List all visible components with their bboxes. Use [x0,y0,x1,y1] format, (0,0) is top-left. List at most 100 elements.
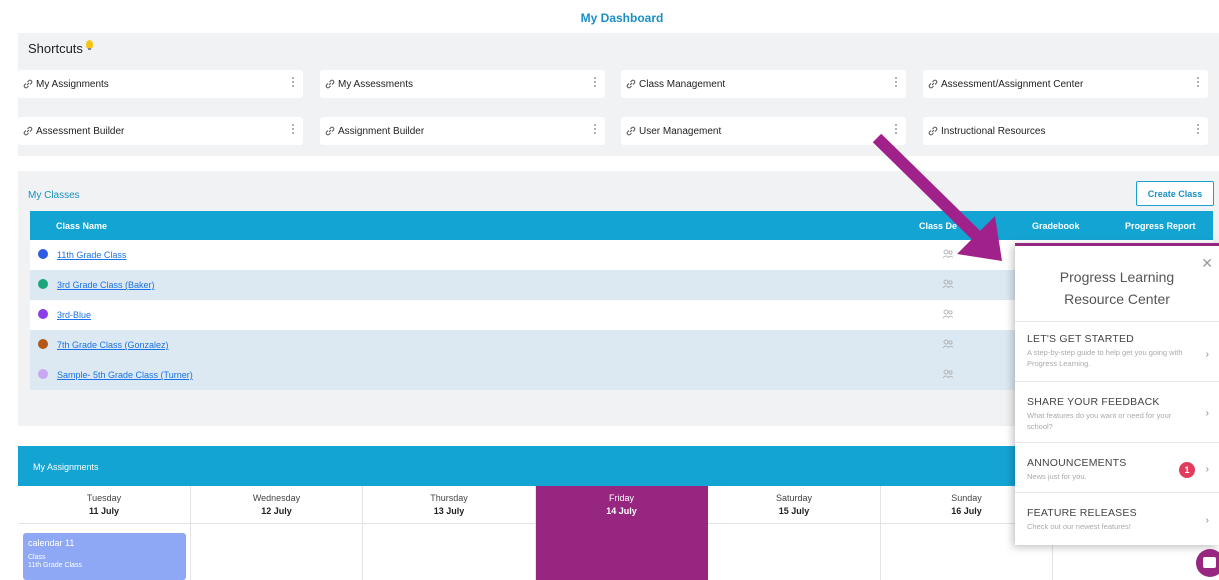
event-type: Class [28,554,46,561]
link-icon [928,79,938,89]
class-name-link[interactable]: 3rd-Blue [57,310,91,320]
shortcut-card[interactable]: My Assessments [320,70,605,98]
shortcut-label: Assignment Builder [338,125,425,137]
dashboard-page: My Dashboard Shortcuts My Assignments My… [0,0,1219,580]
day-header-today[interactable]: Friday 14 July [536,486,708,524]
divider [1015,442,1219,443]
my-classes-title: My Classes [28,190,80,201]
shortcut-card[interactable]: Assessment Builder [18,117,303,145]
day-header[interactable]: Saturday 15 July [708,486,881,524]
day-column[interactable] [191,524,363,580]
chevron-right-icon: › [1205,464,1209,475]
more-options-icon[interactable] [593,124,597,136]
resource-center-title-line2: Resource Center [1064,291,1170,307]
more-options-icon[interactable] [894,77,898,89]
class-name-link[interactable]: 11th Grade Class [57,250,126,260]
notification-badge: 1 [1179,462,1195,478]
shortcut-card[interactable]: My Assignments [18,70,303,98]
more-options-icon[interactable] [291,124,295,136]
link-icon [325,126,335,136]
resource-item-subtext: Check out our newest features! [1027,522,1131,531]
link-icon [325,79,335,89]
class-name-link[interactable]: 7th Grade Class (Gonzalez) [57,340,169,350]
resource-center-panel: ✕ Progress Learning Resource Center LET'… [1015,243,1219,545]
day-date: 15 July [778,506,810,516]
event-class: 11th Grade Class [28,562,82,569]
shortcut-label: Class Management [639,78,726,90]
day-name: Friday [608,493,634,503]
shortcut-card[interactable]: Assessment/Assignment Center [923,70,1208,98]
shortcut-label: My Assessments [338,78,414,90]
users-icon[interactable] [942,279,954,289]
day-column[interactable] [363,524,536,580]
class-color-dot [38,339,48,349]
column-header[interactable]: Class Name [56,221,107,231]
shortcuts-title: Shortcuts [28,41,83,56]
chevron-right-icon: › [1205,515,1209,526]
day-column[interactable] [708,524,881,580]
column-header[interactable]: Gradebook [1032,221,1080,231]
chat-launcher-button[interactable] [1196,549,1219,577]
calendar-event[interactable]: calendar 11 Class 11th Grade Class [23,533,186,580]
users-icon[interactable] [942,369,954,379]
class-name-link[interactable]: Sample- 5th Grade Class (Turner) [57,370,193,380]
lightbulb-icon [85,40,93,50]
resource-item-subtext: News just for you. [1027,472,1087,481]
resource-item-heading: LET'S GET STARTED [1027,333,1134,345]
users-icon[interactable] [942,339,954,349]
day-header[interactable]: Tuesday 11 July [18,486,191,524]
resource-item-heading: FEATURE RELEASES [1027,507,1137,519]
resource-item-get-started[interactable]: LET'S GET STARTED A step-by-step guide t… [1027,333,1215,383]
day-name: Wednesday [252,493,301,503]
resource-item-announcements[interactable]: ANNOUNCEMENTS News just for you. 1 › [1027,457,1215,507]
day-date: 11 July [88,506,120,516]
resource-center-title-line1: Progress Learning [1059,269,1175,285]
day-date: 14 July [606,506,637,516]
more-options-icon[interactable] [593,77,597,89]
link-icon [626,79,636,89]
resource-item-subtext: What features do you want or need for yo… [1027,411,1172,431]
resource-item-feature-releases[interactable]: FEATURE RELEASES Check out our newest fe… [1027,507,1215,557]
class-color-dot [38,309,48,319]
day-name: Saturday [775,493,813,503]
create-class-button[interactable]: Create Class [1136,181,1214,206]
day-header[interactable]: Wednesday 12 July [191,486,363,524]
day-column-today[interactable] [536,524,708,580]
resource-center-title: Progress Learning Resource Center [1015,266,1219,310]
resource-item-feedback[interactable]: SHARE YOUR FEEDBACK What features do you… [1027,396,1215,446]
more-options-icon[interactable] [291,77,295,89]
divider [1015,492,1219,493]
resource-item-subtext: A step-by-step guide to help get you goi… [1027,348,1183,368]
column-header[interactable]: Progress Report [1125,221,1196,231]
day-date: 13 July [433,506,465,516]
class-color-dot [38,369,48,379]
event-title: calendar 11 [28,538,75,548]
users-icon[interactable] [942,309,954,319]
chevron-right-icon: › [1205,408,1209,419]
link-icon [626,126,636,136]
class-color-dot [38,279,48,289]
pointer-arrow [872,133,1002,261]
more-options-icon[interactable] [1196,124,1200,136]
link-icon [23,79,33,89]
shortcut-label: Assessment Builder [36,125,125,137]
more-options-icon[interactable] [1196,77,1200,89]
shortcut-label: User Management [639,125,722,137]
day-header[interactable]: Thursday 13 July [363,486,536,524]
class-color-dot [38,249,48,259]
day-date: 12 July [261,506,292,516]
shortcut-card[interactable]: User Management [621,117,906,145]
shortcut-card[interactable]: Class Management [621,70,906,98]
page-title: My Dashboard [580,11,664,25]
shortcut-label: My Assignments [36,78,109,90]
shortcuts-panel: Shortcuts My Assignments My Assessments … [18,33,1219,156]
shortcut-label: Assessment/Assignment Center [941,78,1084,90]
divider [1015,321,1219,322]
divider [1015,381,1219,382]
assignments-title: My Assignments [33,462,99,472]
class-name-link[interactable]: 3rd Grade Class (Baker) [57,280,155,290]
shortcut-card[interactable]: Assignment Builder [320,117,605,145]
day-name: Thursday [430,493,468,503]
day-name: Tuesday [86,493,122,503]
link-icon [23,126,33,136]
